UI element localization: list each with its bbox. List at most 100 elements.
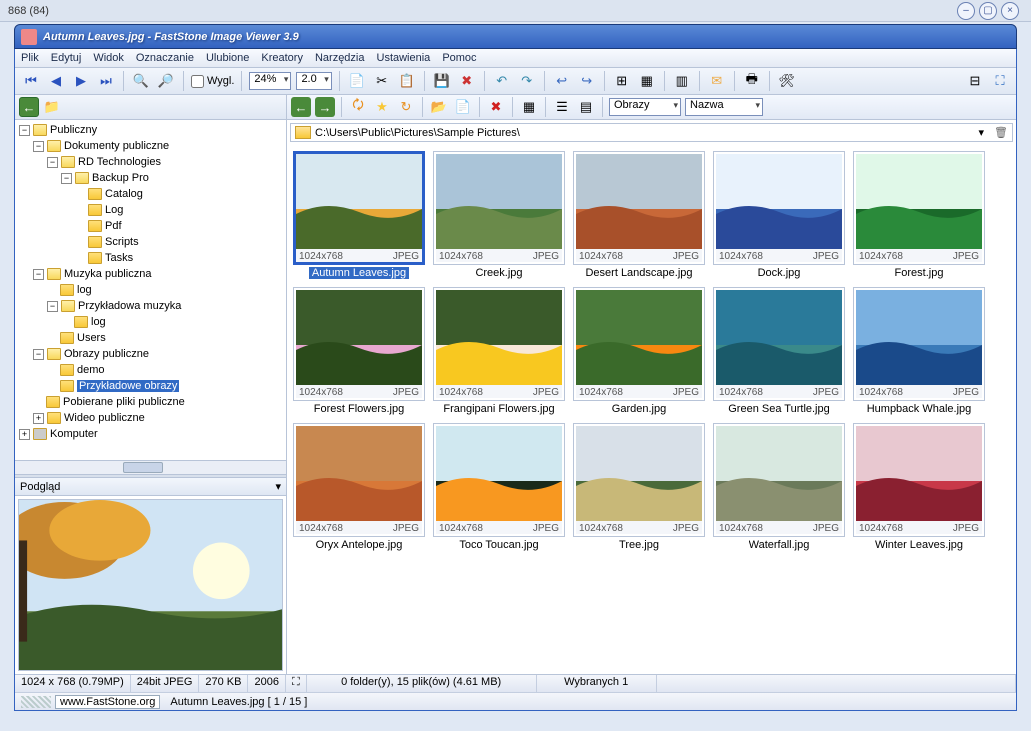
thumbnail[interactable]: 1024x768JPEGAutumn Leaves.jpg <box>293 151 425 279</box>
panels-icon[interactable]: ⊟ <box>965 71 985 91</box>
thumbnail[interactable]: 1024x768JPEGTree.jpg <box>573 423 705 551</box>
path-dropdown-icon[interactable]: ▾ <box>979 126 985 139</box>
tree-przykladowe-obrazy[interactable]: Przykładowe obrazy <box>77 380 179 392</box>
thumbnail[interactable]: 1024x768JPEGFrangipani Flowers.jpg <box>433 287 565 415</box>
tree-pobierane[interactable]: Pobierane pliki publiczne <box>63 396 185 408</box>
thumbnail[interactable]: 1024x768JPEGGreen Sea Turtle.jpg <box>713 287 845 415</box>
trash-icon[interactable]: 🗑 <box>994 126 1008 139</box>
redo-icon[interactable]: ↪ <box>577 71 597 91</box>
tree-komputer[interactable]: Komputer <box>50 428 98 440</box>
paste-icon[interactable]: 📋 <box>397 71 417 91</box>
footer-url[interactable]: www.FastStone.org <box>55 695 160 709</box>
tree-log[interactable]: Log <box>105 204 123 216</box>
menu-ustawienia[interactable]: Ustawienia <box>377 52 431 64</box>
menu-edytuj[interactable]: Edytuj <box>51 52 82 64</box>
thumb-dims: 1024x768 <box>299 523 343 534</box>
folder-tree[interactable]: −Publiczny −Dokumenty publiczne −RD Tech… <box>15 120 286 460</box>
tree-dokumenty[interactable]: Dokumenty publiczne <box>64 140 169 152</box>
last-icon[interactable]: ⏭ <box>96 71 116 91</box>
filter-combo[interactable]: Obrazy <box>609 98 681 116</box>
view-thumbs-icon[interactable]: ▦ <box>519 97 539 117</box>
doc-icon[interactable]: 📄 <box>453 97 473 117</box>
tree-backup[interactable]: Backup Pro <box>92 172 149 184</box>
settings-icon[interactable]: 🛠 <box>777 71 797 91</box>
zoom-in-icon[interactable]: 🔍 <box>131 71 151 91</box>
tree-hscrollbar[interactable] <box>15 460 286 474</box>
thumbnail[interactable]: 1024x768JPEGHumpback Whale.jpg <box>853 287 985 415</box>
zoom-combo[interactable]: 24% <box>249 72 291 90</box>
menu-narzedzia[interactable]: Narzędzia <box>315 52 365 64</box>
open-folder-icon[interactable]: 📂 <box>429 97 449 117</box>
tree-back-icon[interactable]: ← <box>19 97 39 117</box>
tree-demo[interactable]: demo <box>77 364 105 376</box>
view-details-icon[interactable]: ▤ <box>576 97 596 117</box>
fullscreen-icon[interactable]: ⛶ <box>990 71 1010 91</box>
next-icon[interactable]: ▶ <box>71 71 91 91</box>
path-text[interactable]: C:\Users\Public\Pictures\Sample Pictures… <box>315 127 975 139</box>
refresh-icon[interactable]: 🗘 <box>348 97 368 117</box>
print-icon[interactable]: 🖶 <box>742 71 762 91</box>
thumbnail[interactable]: 1024x768JPEGForest.jpg <box>853 151 985 279</box>
thumbnail[interactable]: 1024x768JPEGWinter Leaves.jpg <box>853 423 985 551</box>
wygl-checkbox[interactable]: Wygl. <box>191 75 234 88</box>
tree-muzyka-log2[interactable]: log <box>91 316 106 328</box>
tree-muzyka-log[interactable]: log <box>77 284 92 296</box>
scale-combo[interactable]: 2.0 <box>296 72 331 90</box>
zoom-out-icon[interactable]: 🔎 <box>156 71 176 91</box>
nav-fwd-icon[interactable]: → <box>315 97 335 117</box>
tree-wideo[interactable]: Wideo publiczne <box>64 412 145 424</box>
tree-muzyka[interactable]: Muzyka publiczna <box>64 268 151 280</box>
minimize-button[interactable]: – <box>957 2 975 20</box>
thumbnail[interactable]: 1024x768JPEGToco Toucan.jpg <box>433 423 565 551</box>
tree-catalog[interactable]: Catalog <box>105 188 143 200</box>
tree-rd[interactable]: RD Technologies <box>78 156 161 168</box>
preview-image[interactable] <box>18 499 283 671</box>
tree-root[interactable]: Publiczny <box>50 124 97 136</box>
preview-dropdown-icon[interactable]: ▾ <box>275 480 281 493</box>
tree-tasks[interactable]: Tasks <box>105 252 133 264</box>
delete2-icon[interactable]: ✖ <box>486 97 506 117</box>
maximize-button[interactable]: ▢ <box>979 2 997 20</box>
parent-window-text: 868 (84) <box>8 5 49 17</box>
rotate-right-icon[interactable]: ↷ <box>517 71 537 91</box>
nav-back-icon[interactable]: ← <box>291 97 311 117</box>
tree-users[interactable]: Users <box>77 332 106 344</box>
rotate-left-icon[interactable]: ↶ <box>492 71 512 91</box>
copy-icon[interactable]: 📄 <box>347 71 367 91</box>
menu-plik[interactable]: Plik <box>21 52 39 64</box>
tree-obrazy[interactable]: Obrazy publiczne <box>64 348 149 360</box>
save-icon[interactable]: 💾 <box>432 71 452 91</box>
status-expand-icon[interactable]: ⛶ <box>286 675 307 692</box>
thumbnail[interactable]: 1024x768JPEGForest Flowers.jpg <box>293 287 425 415</box>
undo-icon[interactable]: ↩ <box>552 71 572 91</box>
path-folder-icon <box>295 126 311 139</box>
menu-ulubione[interactable]: Ulubione <box>206 52 249 64</box>
prev-icon[interactable]: ◀ <box>46 71 66 91</box>
tree-scripts[interactable]: Scripts <box>105 236 139 248</box>
favorite-icon[interactable]: ★ <box>372 97 392 117</box>
close-button[interactable]: × <box>1001 2 1019 20</box>
history-icon[interactable]: ↻ <box>396 97 416 117</box>
grid-icon[interactable]: ⊞ <box>612 71 632 91</box>
thumbnail[interactable]: 1024x768JPEGCreek.jpg <box>433 151 565 279</box>
slideshow-icon[interactable]: ▥ <box>672 71 692 91</box>
menu-oznaczanie[interactable]: Oznaczanie <box>136 52 194 64</box>
thumbnail[interactable]: 1024x768JPEGDock.jpg <box>713 151 845 279</box>
tree-pdf[interactable]: Pdf <box>105 220 122 232</box>
menu-widok[interactable]: Widok <box>93 52 124 64</box>
thumbnail[interactable]: 1024x768JPEGDesert Landscape.jpg <box>573 151 705 279</box>
view-list-icon[interactable]: ☰ <box>552 97 572 117</box>
sort-combo[interactable]: Nazwa <box>685 98 763 116</box>
cut-icon[interactable]: ✂ <box>372 71 392 91</box>
first-icon[interactable]: ⏮ <box>21 71 41 91</box>
delete-icon[interactable]: ✖ <box>457 71 477 91</box>
thumbnail[interactable]: 1024x768JPEGOryx Antelope.jpg <box>293 423 425 551</box>
grid2-icon[interactable]: ▦ <box>637 71 657 91</box>
tree-up-icon[interactable]: 📁 <box>42 97 62 117</box>
thumbnail[interactable]: 1024x768JPEGWaterfall.jpg <box>713 423 845 551</box>
tree-przykladowa-muzyka[interactable]: Przykładowa muzyka <box>78 300 181 312</box>
mail-icon[interactable]: ✉ <box>707 71 727 91</box>
thumbnail[interactable]: 1024x768JPEGGarden.jpg <box>573 287 705 415</box>
menu-kreatory[interactable]: Kreatory <box>261 52 303 64</box>
menu-pomoc[interactable]: Pomoc <box>442 52 476 64</box>
